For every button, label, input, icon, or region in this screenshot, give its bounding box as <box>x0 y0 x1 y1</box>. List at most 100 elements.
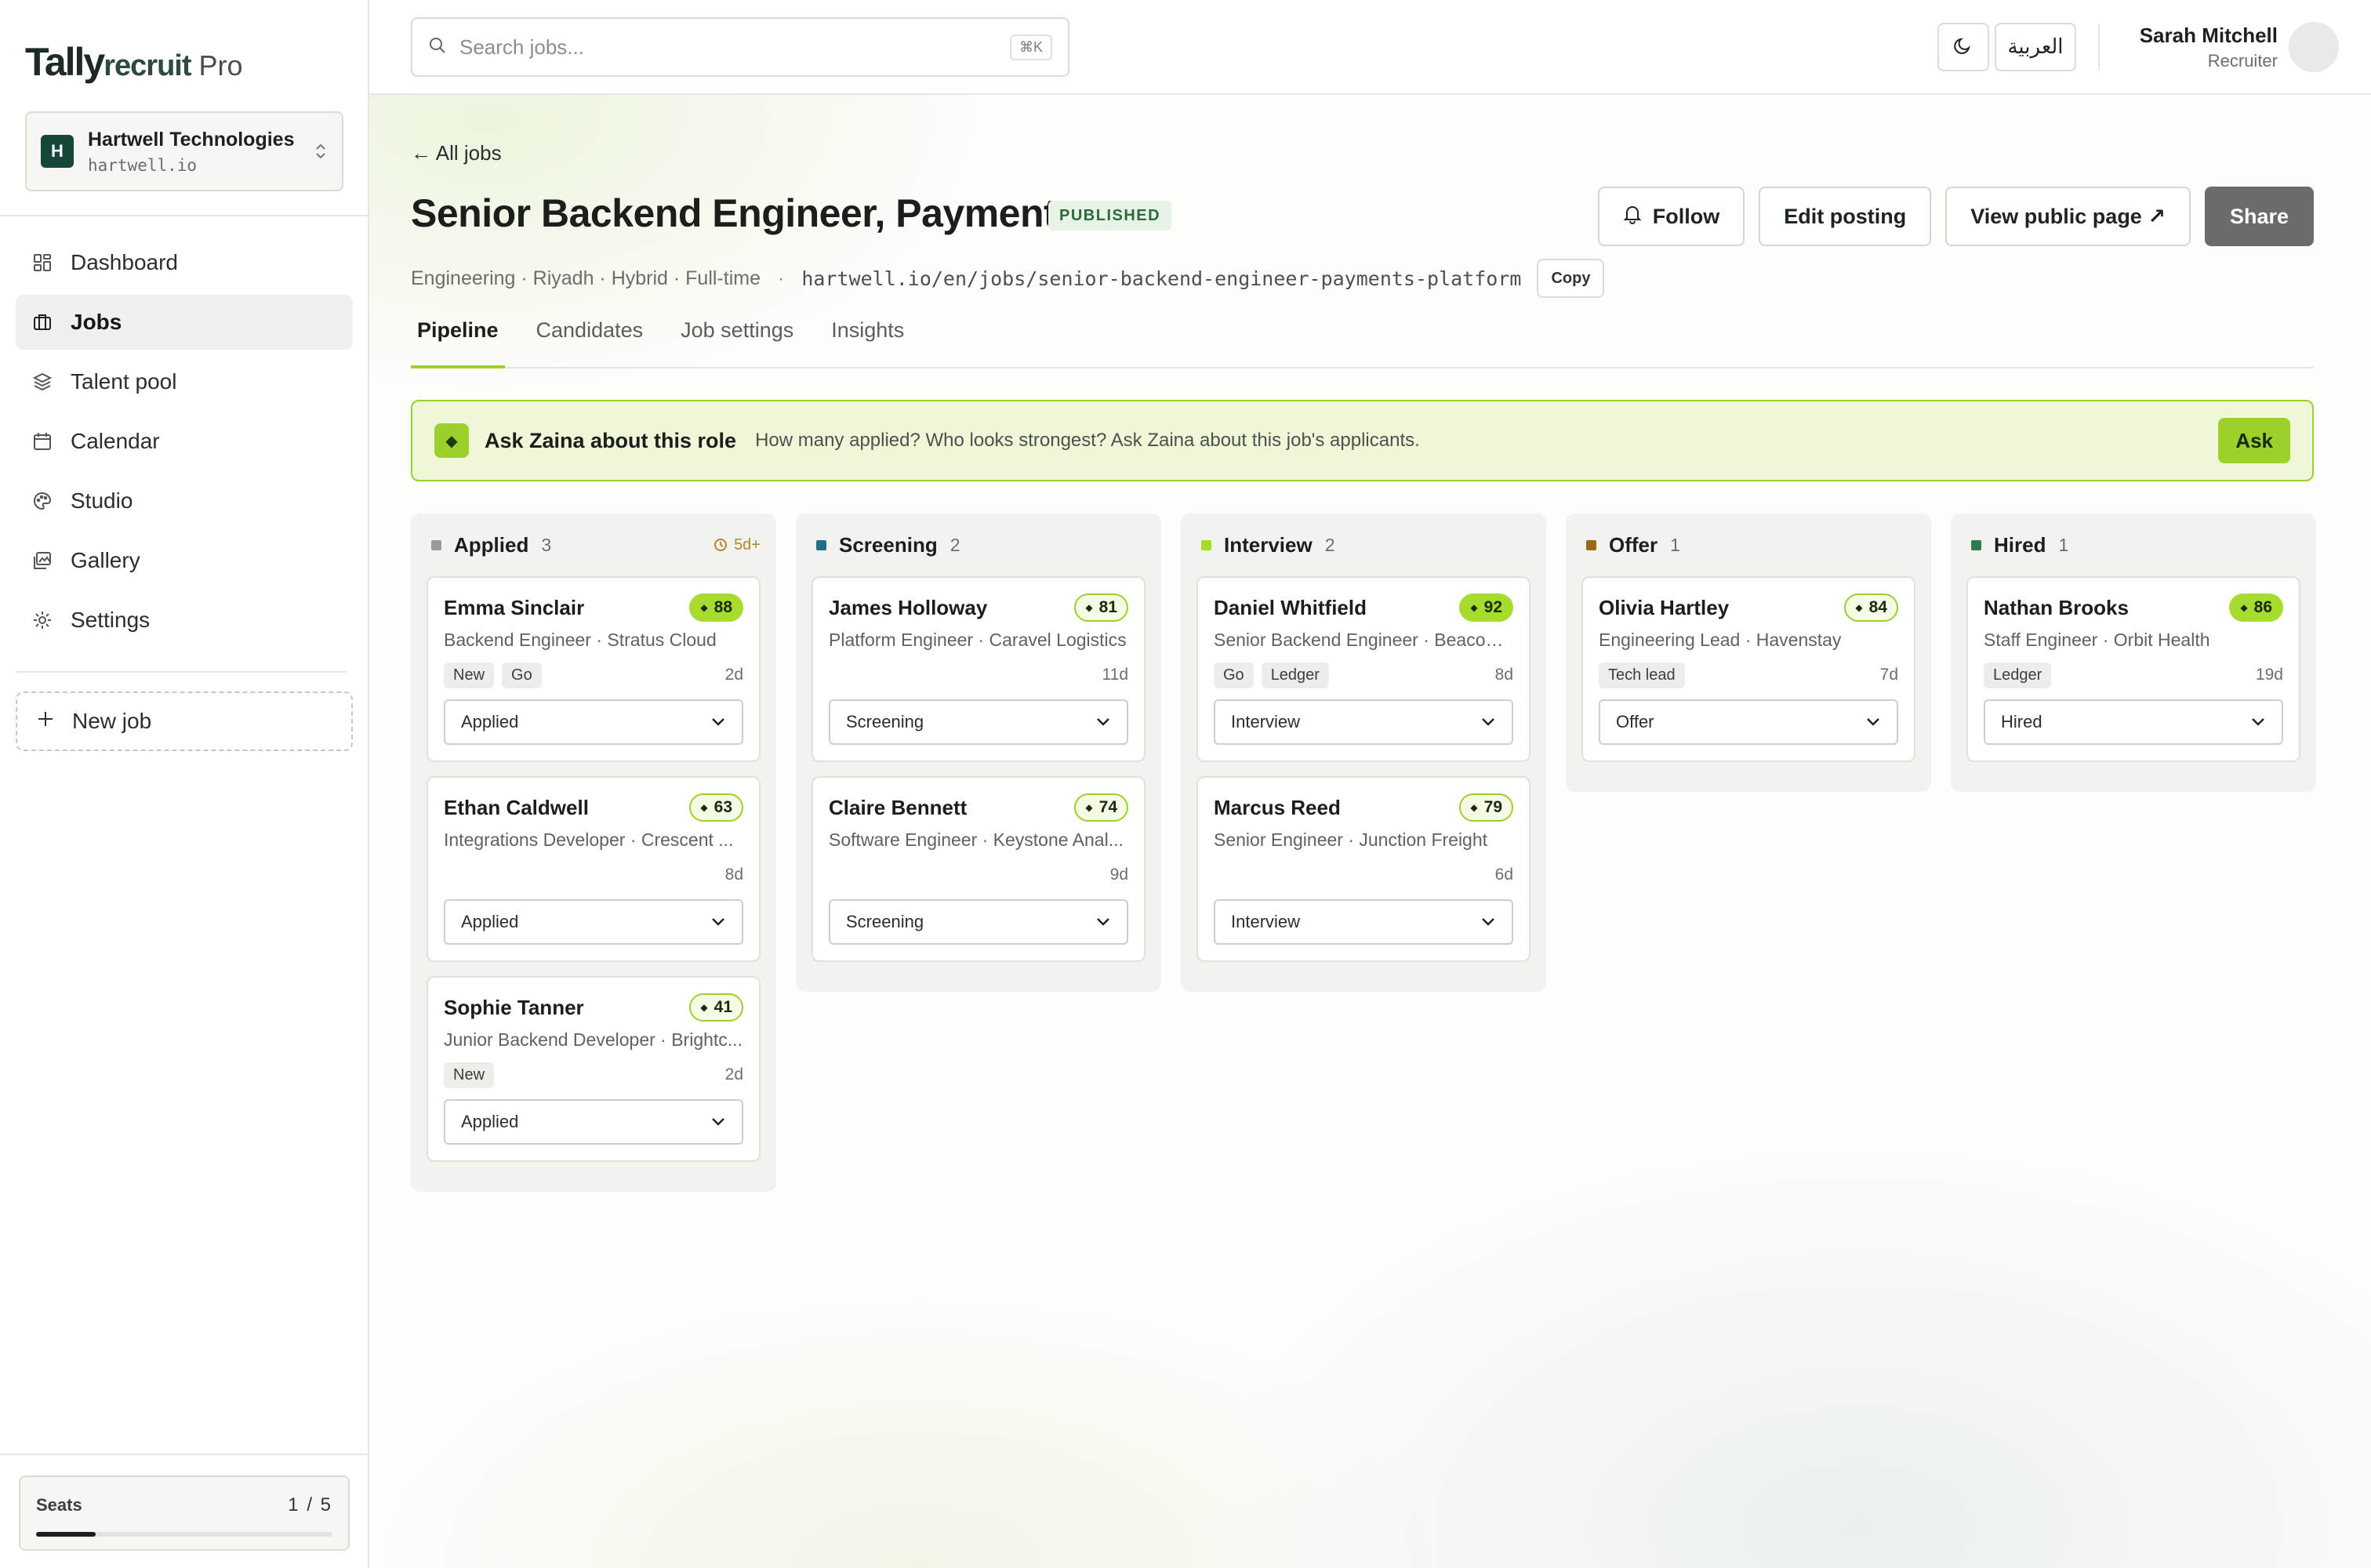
stage-select[interactable]: Screening <box>829 899 1128 945</box>
match-score-badge: ◆ 84 <box>1844 593 1898 622</box>
candidate-card[interactable]: Olivia Hartley ◆ 84 Engineering Lead · Have… <box>1581 576 1915 762</box>
match-score-badge: ◆ 86 <box>2229 593 2283 622</box>
stage-select[interactable]: Offer <box>1599 699 1898 745</box>
view-public-page-button[interactable]: View public page ↗ <box>1945 187 2191 246</box>
chevron-down-icon <box>1865 712 1881 732</box>
candidate-card[interactable]: Sophie Tanner ◆ 41 Junior Backend Developer… <box>427 976 761 1162</box>
column-age-indicator: 5d+ <box>713 536 761 554</box>
meta-separator: · <box>777 267 785 289</box>
candidate-age: 2d <box>724 1065 743 1083</box>
sparkle-icon: ◆ <box>1085 602 1093 613</box>
briefcase-icon <box>31 311 53 333</box>
candidate-card[interactable]: Daniel Whitfield ◆ 92 Senior Backend Engine… <box>1196 576 1530 762</box>
match-score-badge: ◆ 74 <box>1074 793 1128 822</box>
share-button[interactable]: Share <box>2204 187 2314 246</box>
stage-select[interactable]: Interview <box>1214 699 1513 745</box>
sidebar-item-talent-pool[interactable]: Talent pool <box>16 354 353 409</box>
stage-select[interactable]: Screening <box>829 699 1128 745</box>
candidate-role: Staff Engineer · Orbit Health <box>1984 630 2210 650</box>
match-score-badge: ◆ 92 <box>1459 593 1513 622</box>
candidate-name[interactable]: Olivia Hartley <box>1599 596 1729 620</box>
stage-select-value: Interview <box>1231 712 1301 731</box>
pipeline-column-hired: Hired 1 Nathan Brooks ◆ 86 Staff Engineer · O… <box>1951 514 2316 792</box>
pipeline-column-offer: Offer 1 Olivia Hartley ◆ 84 Engineering Lead … <box>1566 514 1931 792</box>
org-domain: hartwell.io <box>88 155 198 175</box>
clock-icon <box>714 539 728 551</box>
sparkle-icon: ◆ <box>1855 602 1863 613</box>
app-logo[interactable]: Tally recruit Pro <box>25 39 243 85</box>
seats-progress <box>36 1532 332 1537</box>
ask-button[interactable]: Ask <box>2218 418 2290 463</box>
stage-select[interactable]: Hired <box>1984 699 2283 745</box>
column-count: 2 <box>949 534 960 555</box>
candidate-name[interactable]: Emma Sinclair <box>444 596 584 620</box>
candidate-role: Junior Backend Developer · Brightc... <box>444 1029 743 1050</box>
org-switcher[interactable]: H Hartwell Technologies hartwell.io <box>25 111 343 191</box>
avatar[interactable] <box>2289 22 2339 72</box>
stage-select[interactable]: Applied <box>444 1099 743 1145</box>
match-score-badge: ◆ 79 <box>1459 793 1513 822</box>
page-title: Senior Backend Engineer, Payments <box>411 191 1078 235</box>
sidebar-item-calendar[interactable]: Calendar <box>16 414 353 469</box>
candidate-tag: New <box>444 1062 495 1088</box>
candidate-card[interactable]: Ethan Caldwell ◆ 63 Integrations Developer … <box>427 776 761 962</box>
match-score: 84 <box>1868 598 1887 616</box>
sidebar-item-jobs[interactable]: Jobs <box>16 295 353 350</box>
stage-select-value: Interview <box>1231 912 1301 931</box>
candidate-name[interactable]: Nathan Brooks <box>1984 596 2129 620</box>
topbar-divider <box>2098 24 2100 71</box>
tab-candidates[interactable]: Candidates <box>530 307 650 368</box>
follow-button[interactable]: Follow <box>1597 187 1745 246</box>
candidate-card[interactable]: Nathan Brooks ◆ 86 Staff Engineer · Orbit H… <box>1966 576 2300 762</box>
back-to-jobs-link[interactable]: ← All jobs <box>411 141 502 165</box>
candidate-card[interactable]: Emma Sinclair ◆ 88 Backend Engineer · Strat… <box>427 576 761 762</box>
column-header: Offer 1 <box>1581 529 1915 561</box>
org-avatar: H <box>41 135 74 168</box>
candidate-name[interactable]: Marcus Reed <box>1214 796 1341 820</box>
match-score: 86 <box>2253 598 2272 616</box>
language-button[interactable]: العربية <box>1995 23 2076 71</box>
sidebar-item-settings[interactable]: Settings <box>16 593 353 648</box>
pipeline-column-screening: Screening 2 James Holloway ◆ 81 Platform Engi… <box>796 514 1161 992</box>
tab-pipeline[interactable]: Pipeline <box>411 307 505 368</box>
sidebar-item-studio[interactable]: Studio <box>16 474 353 528</box>
sidebar-divider <box>16 671 347 673</box>
stage-select[interactable]: Applied <box>444 899 743 945</box>
stage-select[interactable]: Applied <box>444 699 743 745</box>
candidate-name[interactable]: Sophie Tanner <box>444 996 584 1020</box>
edit-posting-button[interactable]: Edit posting <box>1759 187 1932 246</box>
sidebar-item-label: Calendar <box>71 429 160 453</box>
user-menu[interactable]: Sarah Mitchell Recruiter <box>2121 24 2278 71</box>
tab-insights[interactable]: Insights <box>825 307 910 368</box>
moon-icon <box>1953 35 1973 60</box>
org-name: Hartwell Technologies <box>88 128 295 151</box>
seats-panel: Seats 1 / 5 <box>19 1475 350 1551</box>
candidate-name[interactable]: Daniel Whitfield <box>1214 596 1367 620</box>
candidate-card[interactable]: Claire Bennett ◆ 74 Software Engineer · Key… <box>812 776 1146 962</box>
candidate-name[interactable]: Ethan Caldwell <box>444 796 589 820</box>
theme-toggle-button[interactable] <box>1937 23 1989 71</box>
candidate-name[interactable]: James Holloway <box>829 596 987 620</box>
pipeline-column-interview: Interview 2 Daniel Whitfield ◆ 92 Senior Back… <box>1181 514 1546 992</box>
copy-url-button[interactable]: Copy <box>1537 259 1605 298</box>
candidate-name[interactable]: Claire Bennett <box>829 796 967 820</box>
language-label: العربية <box>2007 35 2064 59</box>
stage-select[interactable]: Interview <box>1214 899 1513 945</box>
seats-progress-fill <box>36 1532 96 1537</box>
column-title: Applied <box>454 532 529 557</box>
sidebar-item-gallery[interactable]: Gallery <box>16 533 353 588</box>
candidate-card[interactable]: Marcus Reed ◆ 79 Senior Engineer · Junction… <box>1196 776 1530 962</box>
job-public-url: hartwell.io/en/jobs/senior-backend-engin… <box>801 267 1522 290</box>
candidate-card[interactable]: James Holloway ◆ 81 Platform Engineer · Car… <box>812 576 1146 762</box>
candidate-age: 8d <box>1494 666 1513 684</box>
stage-select-value: Screening <box>846 712 924 731</box>
sidebar-item-dashboard[interactable]: Dashboard <box>16 235 353 290</box>
chevron-down-icon <box>710 1112 726 1132</box>
tab-job-settings[interactable]: Job settings <box>674 307 800 368</box>
sidebar-nav: Dashboard Jobs Talent pool Calendar Stud… <box>16 235 353 652</box>
ask-title: Ask Zaina about this role <box>485 428 737 452</box>
main-content: Search jobs... ⌘K العربية Sarah Mitchell… <box>369 0 2371 1568</box>
new-job-button[interactable]: New job <box>16 691 353 751</box>
search-input[interactable]: Search jobs... ⌘K <box>411 17 1069 77</box>
stage-color-swatch <box>1586 539 1596 550</box>
